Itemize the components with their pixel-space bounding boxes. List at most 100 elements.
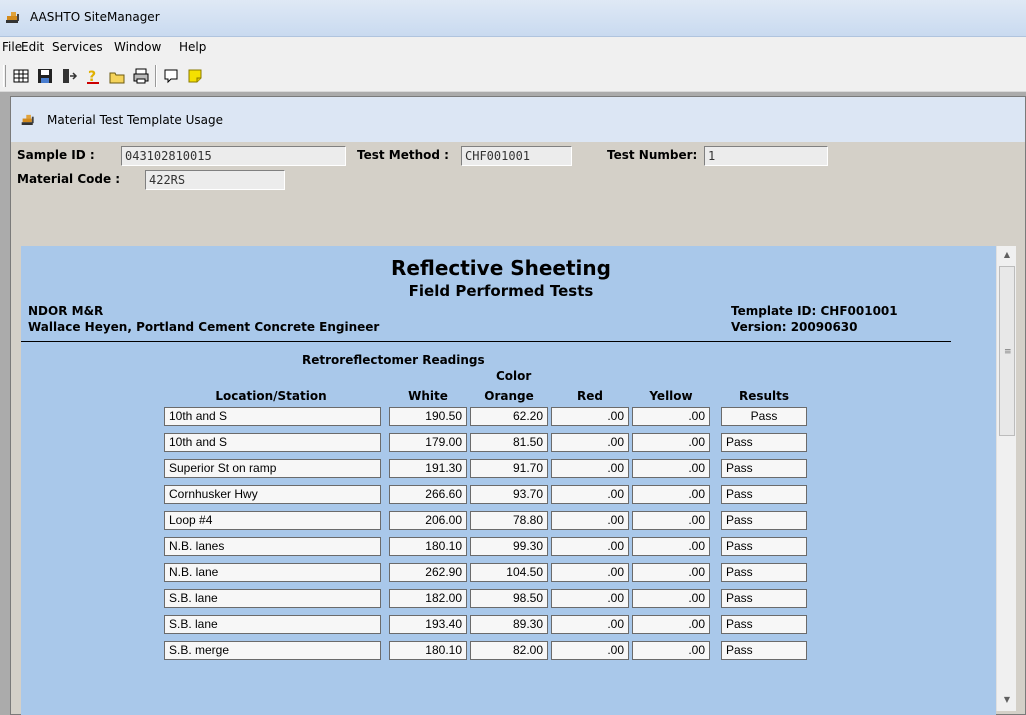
red-cell[interactable]: .00 xyxy=(551,589,629,608)
location-cell[interactable]: S.B. merge xyxy=(164,641,381,660)
location-cell[interactable]: 10th and S xyxy=(164,407,381,426)
bulldozer-icon xyxy=(21,114,34,125)
grid-icon[interactable] xyxy=(12,67,30,85)
result-cell[interactable]: Pass xyxy=(721,433,807,452)
color-group-label: Color xyxy=(496,369,532,383)
material-code-field[interactable]: 422RS xyxy=(145,170,285,190)
white-cell[interactable]: 180.10 xyxy=(389,641,467,660)
help-icon[interactable]: ? xyxy=(84,67,102,85)
comment-icon[interactable] xyxy=(162,67,180,85)
col-location: Location/Station xyxy=(215,389,327,403)
col-results: Results xyxy=(738,389,790,403)
test-method-field[interactable]: CHF001001 xyxy=(461,146,572,166)
red-cell[interactable]: .00 xyxy=(551,537,629,556)
white-cell[interactable]: 266.60 xyxy=(389,485,467,504)
white-cell[interactable]: 191.30 xyxy=(389,459,467,478)
app-titlebar: AASHTO SiteManager xyxy=(0,0,1026,37)
red-cell[interactable]: .00 xyxy=(551,563,629,582)
result-cell[interactable]: Pass xyxy=(721,615,807,634)
toolbar-separator xyxy=(155,65,157,87)
result-cell[interactable]: Pass xyxy=(721,511,807,530)
red-cell[interactable]: .00 xyxy=(551,485,629,504)
template-version: Version: 20090630 xyxy=(731,320,858,334)
save-icon[interactable] xyxy=(36,67,54,85)
orange-cell[interactable]: 81.50 xyxy=(470,433,548,452)
white-cell[interactable]: 182.00 xyxy=(389,589,467,608)
menu-help[interactable]: Help xyxy=(179,40,206,54)
location-cell[interactable]: Superior St on ramp xyxy=(164,459,381,478)
header-panel: Sample ID : 043102810015 Test Method : C… xyxy=(11,142,1025,242)
org-name: NDOR M&R xyxy=(28,304,104,318)
result-cell[interactable]: Pass xyxy=(721,485,807,504)
yellow-cell[interactable]: .00 xyxy=(632,641,710,660)
red-cell[interactable]: .00 xyxy=(551,433,629,452)
window-title: Material Test Template Usage xyxy=(47,113,223,127)
red-cell[interactable]: .00 xyxy=(551,615,629,634)
location-cell[interactable]: S.B. lane xyxy=(164,589,381,608)
orange-cell[interactable]: 98.50 xyxy=(470,589,548,608)
orange-cell[interactable]: 62.20 xyxy=(470,407,548,426)
open-folder-icon[interactable] xyxy=(108,67,126,85)
material-code-label: Material Code : xyxy=(17,172,121,186)
location-cell[interactable]: Loop #4 xyxy=(164,511,381,530)
location-cell[interactable]: N.B. lane xyxy=(164,563,381,582)
sample-id-label: Sample ID : xyxy=(17,148,95,162)
yellow-cell[interactable]: .00 xyxy=(632,459,710,478)
red-cell[interactable]: .00 xyxy=(551,511,629,530)
location-cell[interactable]: Cornhusker Hwy xyxy=(164,485,381,504)
orange-cell[interactable]: 104.50 xyxy=(470,563,548,582)
note-icon[interactable] xyxy=(186,67,204,85)
result-cell[interactable]: Pass xyxy=(721,641,807,660)
menu-services[interactable]: Services xyxy=(52,40,103,54)
location-cell[interactable]: S.B. lane xyxy=(164,615,381,634)
white-cell[interactable]: 180.10 xyxy=(389,537,467,556)
white-cell[interactable]: 193.40 xyxy=(389,615,467,634)
yellow-cell[interactable]: .00 xyxy=(632,407,710,426)
orange-cell[interactable]: 91.70 xyxy=(470,459,548,478)
orange-cell[interactable]: 78.80 xyxy=(470,511,548,530)
scroll-up-icon[interactable]: ▲ xyxy=(997,246,1017,264)
result-cell[interactable]: Pass xyxy=(721,589,807,608)
red-cell[interactable]: .00 xyxy=(551,459,629,478)
yellow-cell[interactable]: .00 xyxy=(632,615,710,634)
col-yellow: Yellow xyxy=(649,389,693,403)
scroll-thumb[interactable]: ≡ xyxy=(999,266,1015,436)
app-title: AASHTO SiteManager xyxy=(30,10,160,24)
white-cell[interactable]: 190.50 xyxy=(389,407,467,426)
col-white: White xyxy=(408,389,448,403)
result-cell[interactable]: Pass xyxy=(721,537,807,556)
yellow-cell[interactable]: .00 xyxy=(632,537,710,556)
result-cell[interactable]: Pass xyxy=(721,563,807,582)
sample-id-field[interactable]: 043102810015 xyxy=(121,146,346,166)
yellow-cell[interactable]: .00 xyxy=(632,563,710,582)
toolbar: ? xyxy=(0,59,1026,92)
location-cell[interactable]: 10th and S xyxy=(164,433,381,452)
menu-edit[interactable]: Edit xyxy=(21,40,44,54)
red-cell[interactable]: .00 xyxy=(551,641,629,660)
orange-cell[interactable]: 89.30 xyxy=(470,615,548,634)
menu-file[interactable]: File xyxy=(2,40,22,54)
white-cell[interactable]: 262.90 xyxy=(389,563,467,582)
white-cell[interactable]: 206.00 xyxy=(389,511,467,530)
red-cell[interactable]: .00 xyxy=(551,407,629,426)
yellow-cell[interactable]: .00 xyxy=(632,485,710,504)
result-cell[interactable]: Pass xyxy=(721,459,807,478)
yellow-cell[interactable]: .00 xyxy=(632,511,710,530)
test-number-field[interactable]: 1 xyxy=(704,146,828,166)
result-cell[interactable]: Pass xyxy=(721,407,807,426)
orange-cell[interactable]: 93.70 xyxy=(470,485,548,504)
scroll-down-icon[interactable]: ▼ xyxy=(997,691,1017,709)
section-title: Retroreflectomer Readings xyxy=(302,353,485,367)
orange-cell[interactable]: 82.00 xyxy=(470,641,548,660)
window-titlebar: Material Test Template Usage xyxy=(11,97,1025,142)
location-cell[interactable]: N.B. lanes xyxy=(164,537,381,556)
report-scrollbar[interactable]: ▲ ≡ ▼ xyxy=(996,246,1016,711)
print-icon[interactable] xyxy=(132,67,150,85)
yellow-cell[interactable]: .00 xyxy=(632,589,710,608)
white-cell[interactable]: 179.00 xyxy=(389,433,467,452)
orange-cell[interactable]: 99.30 xyxy=(470,537,548,556)
menu-bar: File Edit Services Window Help xyxy=(0,37,1026,59)
exit-icon[interactable] xyxy=(60,67,78,85)
menu-window[interactable]: Window xyxy=(114,40,161,54)
yellow-cell[interactable]: .00 xyxy=(632,433,710,452)
